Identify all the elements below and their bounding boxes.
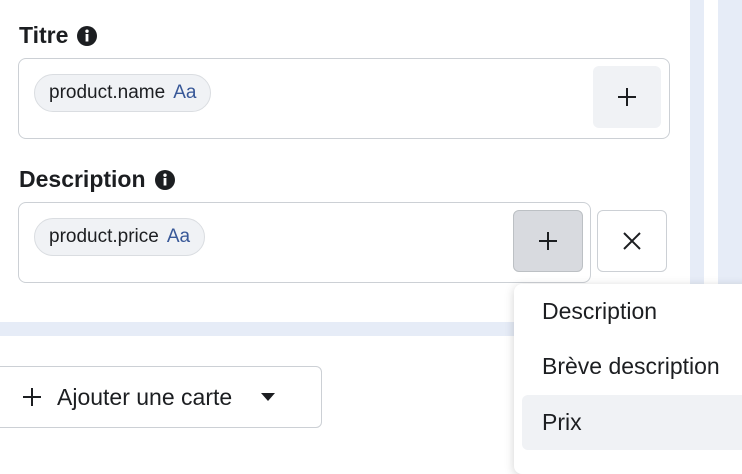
close-icon — [623, 232, 641, 250]
dropdown-item-price[interactable]: Prix — [522, 395, 742, 450]
description-token-text: product.price — [49, 226, 159, 247]
description-add-button[interactable] — [513, 210, 583, 272]
add-card-label: Ajouter une carte — [57, 383, 233, 410]
frame-stripe-inner — [704, 0, 718, 290]
title-token-type: Aa — [173, 82, 197, 103]
plus-icon — [618, 88, 636, 106]
plus-icon — [539, 232, 557, 250]
title-token-chip[interactable]: product.name Aa — [34, 74, 212, 112]
plus-icon — [23, 388, 41, 406]
description-label-text: Description — [19, 166, 146, 192]
description-field-label: Description — [19, 166, 176, 193]
title-label-text: Titre — [19, 22, 69, 48]
remove-description-button[interactable] — [597, 210, 667, 272]
info-icon[interactable] — [154, 169, 176, 191]
title-field-label: Titre — [19, 22, 98, 49]
description-input-field[interactable]: product.price Aa — [18, 202, 591, 283]
description-token-type: Aa — [166, 226, 191, 247]
add-card-button[interactable]: Ajouter une carte — [0, 366, 322, 428]
title-token-text: product.name — [49, 82, 166, 103]
field-options-dropdown: Description Brève description Prix — [514, 284, 742, 474]
dropdown-item-description[interactable]: Description — [522, 284, 742, 339]
title-input-field[interactable]: product.name Aa — [18, 58, 670, 139]
dropdown-item-label: Prix — [542, 409, 582, 435]
dropdown-item-label: Brève description — [542, 353, 720, 379]
title-add-button[interactable] — [593, 66, 661, 128]
description-token-chip[interactable]: product.price Aa — [34, 218, 206, 256]
caret-down-icon — [261, 393, 276, 401]
dropdown-item-short-description[interactable]: Brève description — [522, 339, 742, 394]
dropdown-item-label: Description — [542, 298, 658, 324]
info-icon[interactable] — [76, 25, 98, 47]
